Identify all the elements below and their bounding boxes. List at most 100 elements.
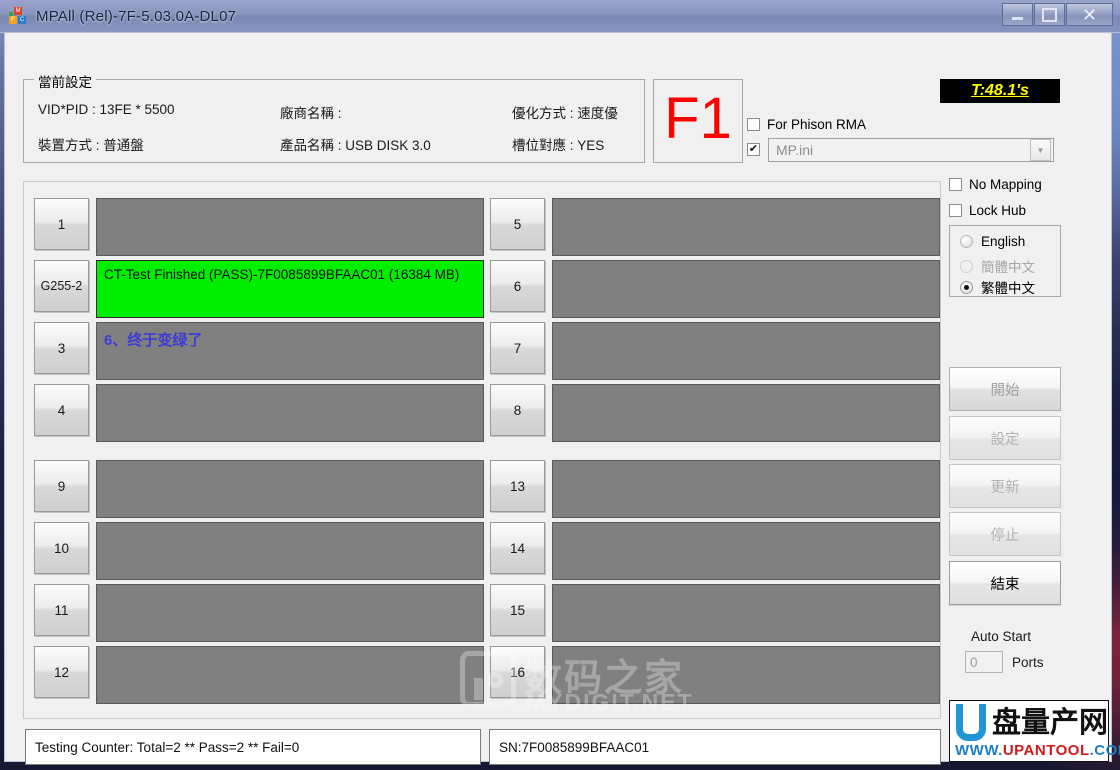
radio-dot[interactable] <box>960 235 973 248</box>
elapsed-timer-value: T:48.1's <box>971 82 1029 100</box>
field-optimize: 優化方式 : 速度優 <box>512 102 618 122</box>
port-row: 16 <box>490 646 940 704</box>
start-button[interactable]: 開始 <box>949 367 1061 411</box>
port-row: 14 <box>490 522 940 580</box>
stop-button[interactable]: 停止 <box>949 512 1061 556</box>
ports-label: Ports <box>1012 655 1044 670</box>
window-title: MPAll (Rel)-7F-5.03.0A-DL07 <box>36 8 236 25</box>
update-button[interactable]: 更新 <box>949 464 1061 508</box>
radio-traditional-chinese[interactable]: 繁體中文 <box>960 277 1035 297</box>
port-button-10[interactable]: 10 <box>34 522 89 574</box>
port-status-g255-2: CT-Test Finished (PASS)-7F0085899BFAAC01… <box>96 260 484 318</box>
url-suffix: .COM <box>1090 742 1120 759</box>
port-row: G255-2CT-Test Finished (PASS)-7F0085899B… <box>34 260 484 318</box>
f1-label: F1 <box>654 82 742 156</box>
lock-hub-label: Lock Hub <box>969 203 1026 218</box>
port-row: 15 <box>490 584 940 642</box>
radio-simplified-chinese: 簡體中文 <box>960 256 1035 276</box>
checkbox-box[interactable]: ✔ <box>747 143 760 156</box>
port-status-5 <box>552 198 940 256</box>
port-status-15 <box>552 584 940 642</box>
port-panel: 1 G255-2CT-Test Finished (PASS)-7F0085899… <box>23 181 941 719</box>
maximize-button[interactable] <box>1034 3 1065 26</box>
port-row: 13 <box>490 460 940 518</box>
field-product-name: 產品名稱 : USB DISK 3.0 <box>280 134 431 154</box>
minimize-button[interactable] <box>1002 3 1033 26</box>
no-mapping-label: No Mapping <box>969 177 1042 192</box>
port-status-1 <box>96 198 484 256</box>
port-row: 10 <box>34 522 484 580</box>
radio-english[interactable]: English <box>960 234 1025 249</box>
port-row: 5 <box>490 198 940 256</box>
for-phison-rma-checkbox[interactable]: For Phison RMA <box>747 117 866 132</box>
end-button[interactable]: 結束 <box>949 561 1061 605</box>
setting-button[interactable]: 設定 <box>949 416 1061 460</box>
port-button-15[interactable]: 15 <box>490 584 545 636</box>
port-button-g255-2[interactable]: G255-2 <box>34 260 89 312</box>
port-button-9[interactable]: 9 <box>34 460 89 512</box>
port-button-6[interactable]: 6 <box>490 260 545 312</box>
port-status-10 <box>96 522 484 580</box>
checkbox-box[interactable] <box>949 204 962 217</box>
port-row: 3 6、终于变绿了 <box>34 322 484 380</box>
checkbox-box[interactable] <box>949 178 962 191</box>
port-row: 11 <box>34 584 484 642</box>
radio-dot[interactable] <box>960 281 973 294</box>
field-slot-mapping: 槽位對應 : YES <box>512 134 604 154</box>
port-button-4[interactable]: 4 <box>34 384 89 436</box>
port-button-1[interactable]: 1 <box>34 198 89 250</box>
port-button-13[interactable]: 13 <box>490 460 545 512</box>
radio-english-label: English <box>981 234 1025 249</box>
chevron-down-icon[interactable]: ▼ <box>1030 139 1051 161</box>
app-blocks-icon: M F C <box>9 7 27 25</box>
current-settings-group: 當前設定 VID*PID : 13FE * 5500 裝置方式 : 普通盤 廠商… <box>23 79 645 163</box>
port-status-13 <box>552 460 940 518</box>
port-button-12[interactable]: 12 <box>34 646 89 698</box>
ini-file-combobox[interactable]: MP.ini ▼ <box>768 138 1054 162</box>
language-group: English 簡體中文 繁體中文 <box>949 225 1061 297</box>
port-row: 4 <box>34 384 484 442</box>
port-button-5[interactable]: 5 <box>490 198 545 250</box>
port-status-12 <box>96 646 484 704</box>
watermark-upantool: 盘量产网 WWW.UPANTOOL.COM <box>949 700 1109 762</box>
current-settings-legend: 當前設定 <box>34 71 96 91</box>
auto-start-label: Auto Start <box>971 629 1031 644</box>
ini-enable-checkbox[interactable]: ✔ <box>747 143 760 156</box>
application-window: M F C MPAll (Rel)-7F-5.03.0A-DL07 ✕ 當前設定… <box>0 0 1120 770</box>
ports-input[interactable]: 0 <box>965 651 1003 673</box>
port-row: 6 <box>490 260 940 318</box>
firmware-slot-box: F1 <box>653 79 743 163</box>
field-vid-pid: VID*PID : 13FE * 5500 <box>38 102 175 117</box>
window-controls: ✕ <box>1002 3 1113 26</box>
port-status-4 <box>96 384 484 442</box>
port-button-14[interactable]: 14 <box>490 522 545 574</box>
serial-number-bar: SN:7F0085899BFAAC01 <box>489 729 941 765</box>
close-button[interactable]: ✕ <box>1066 3 1113 26</box>
title-bar: M F C MPAll (Rel)-7F-5.03.0A-DL07 ✕ <box>0 0 1120 33</box>
no-mapping-checkbox[interactable]: No Mapping <box>949 177 1042 192</box>
radio-simplified-chinese-label: 簡體中文 <box>981 256 1035 276</box>
checkbox-box[interactable] <box>747 118 760 131</box>
port-status-7 <box>552 322 940 380</box>
elapsed-timer: T:48.1's <box>940 79 1060 103</box>
port-status-3: 6、终于变绿了 <box>96 322 484 380</box>
radio-traditional-chinese-label: 繁體中文 <box>981 277 1035 297</box>
upantool-u-icon <box>956 704 986 741</box>
auto-start-ports: 0 Ports <box>965 651 1044 673</box>
port-button-11[interactable]: 11 <box>34 584 89 636</box>
testing-counter-bar: Testing Counter: Total=2 ** Pass=2 ** Fa… <box>25 729 481 765</box>
port-button-16[interactable]: 16 <box>490 646 545 698</box>
lock-hub-checkbox[interactable]: Lock Hub <box>949 203 1026 218</box>
port-row: 8 <box>490 384 940 442</box>
port-status-14 <box>552 522 940 580</box>
port-status-8 <box>552 384 940 442</box>
port-button-7[interactable]: 7 <box>490 322 545 374</box>
port-button-8[interactable]: 8 <box>490 384 545 436</box>
port-button-3[interactable]: 3 <box>34 322 89 374</box>
port-status-6 <box>552 260 940 318</box>
ini-file-value: MP.ini <box>769 142 1030 158</box>
client-area: 當前設定 VID*PID : 13FE * 5500 裝置方式 : 普通盤 廠商… <box>4 32 1112 762</box>
port-status-9 <box>96 460 484 518</box>
port-annotation: 6、终于变绿了 <box>104 329 476 350</box>
watermark-corner-cn: 盘量产网 <box>992 703 1108 741</box>
